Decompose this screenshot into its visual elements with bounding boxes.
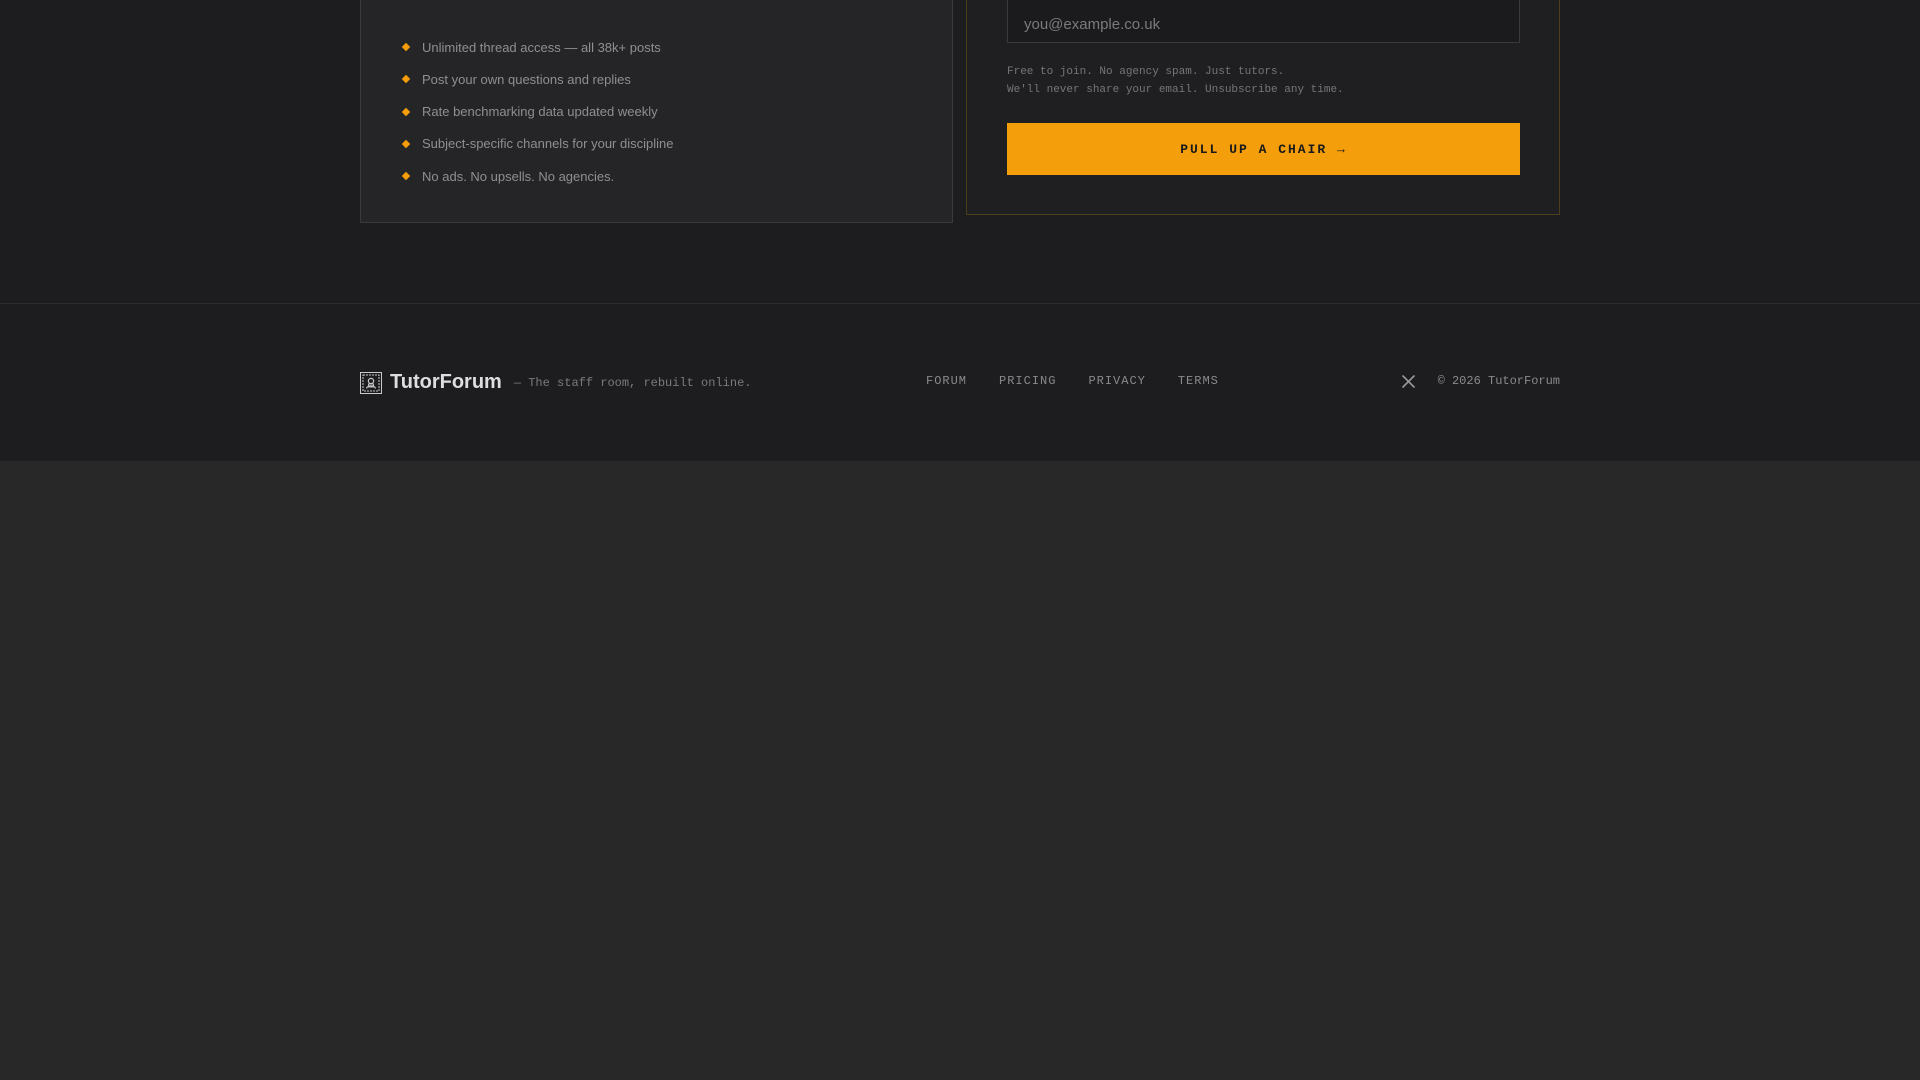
footer-brand[interactable]: TutorForum — The staff room, rebuilt onl… bbox=[360, 371, 751, 394]
signup-section: Unlimited thread access — all 38k+ posts… bbox=[0, 0, 1920, 304]
feature-text: Post your own questions and replies bbox=[422, 71, 631, 87]
feature-item: No ads. No upsells. No agencies. bbox=[401, 160, 673, 192]
feature-item: Post your own questions and replies bbox=[401, 63, 673, 95]
footer-link-terms[interactable]: TERMS bbox=[1178, 374, 1219, 388]
feature-item: Subject-specific channels for your disci… bbox=[401, 128, 673, 160]
feature-text: Rate benchmarking data updated weekly bbox=[422, 104, 658, 120]
diamond-bullet-icon bbox=[401, 171, 411, 181]
diamond-bullet-icon bbox=[401, 139, 411, 149]
footer-link-forum[interactable]: FORUM bbox=[926, 374, 967, 388]
brand-name: TutorForum bbox=[390, 371, 502, 393]
fine-print-line: We'll never share your email. Unsubscrib… bbox=[1007, 84, 1344, 96]
email-field[interactable] bbox=[1007, 0, 1520, 43]
signup-fine-print: Free to join. No agency spam. Just tutor… bbox=[1007, 63, 1344, 99]
feature-text: No ads. No upsells. No agencies. bbox=[422, 168, 615, 184]
copyright-text: © 2026 TutorForum bbox=[1437, 374, 1560, 388]
pull-up-a-chair-button[interactable]: PULL UP A CHAIR → bbox=[1007, 123, 1520, 175]
diamond-bullet-icon bbox=[401, 107, 411, 116]
footer-nav: FORUM PRICING PRIVACY TERMS bbox=[926, 374, 1251, 388]
features-card: Unlimited thread access — all 38k+ posts… bbox=[360, 0, 953, 223]
footer-link-pricing[interactable]: PRICING bbox=[999, 374, 1056, 388]
feature-item: Unlimited thread access — all 38k+ posts bbox=[401, 31, 673, 63]
feature-item: Rate benchmarking data updated weekly bbox=[401, 96, 673, 128]
feature-list: Unlimited thread access — all 38k+ posts… bbox=[401, 31, 673, 192]
page: Unlimited thread access — all 38k+ posts… bbox=[0, 0, 1920, 1080]
fine-print-line: Free to join. No agency spam. Just tutor… bbox=[1007, 66, 1285, 78]
x-icon[interactable] bbox=[1402, 374, 1416, 388]
brand-tagline: — The staff room, rebuilt online. bbox=[513, 375, 752, 390]
signup-card: Free to join. No agency spam. Just tutor… bbox=[966, 0, 1560, 215]
feature-text: Unlimited thread access — all 38k+ posts bbox=[422, 39, 661, 55]
footer-right: © 2026 TutorForum bbox=[1402, 374, 1560, 388]
diamond-bullet-icon bbox=[401, 75, 411, 84]
diamond-bullet-icon bbox=[401, 42, 411, 52]
feature-text: Subject-specific channels for your disci… bbox=[422, 136, 674, 152]
site-footer: TutorForum — The staff room, rebuilt onl… bbox=[0, 304, 1920, 461]
tutorforum-logo-icon bbox=[360, 371, 382, 394]
footer-link-privacy[interactable]: PRIVACY bbox=[1088, 374, 1145, 388]
